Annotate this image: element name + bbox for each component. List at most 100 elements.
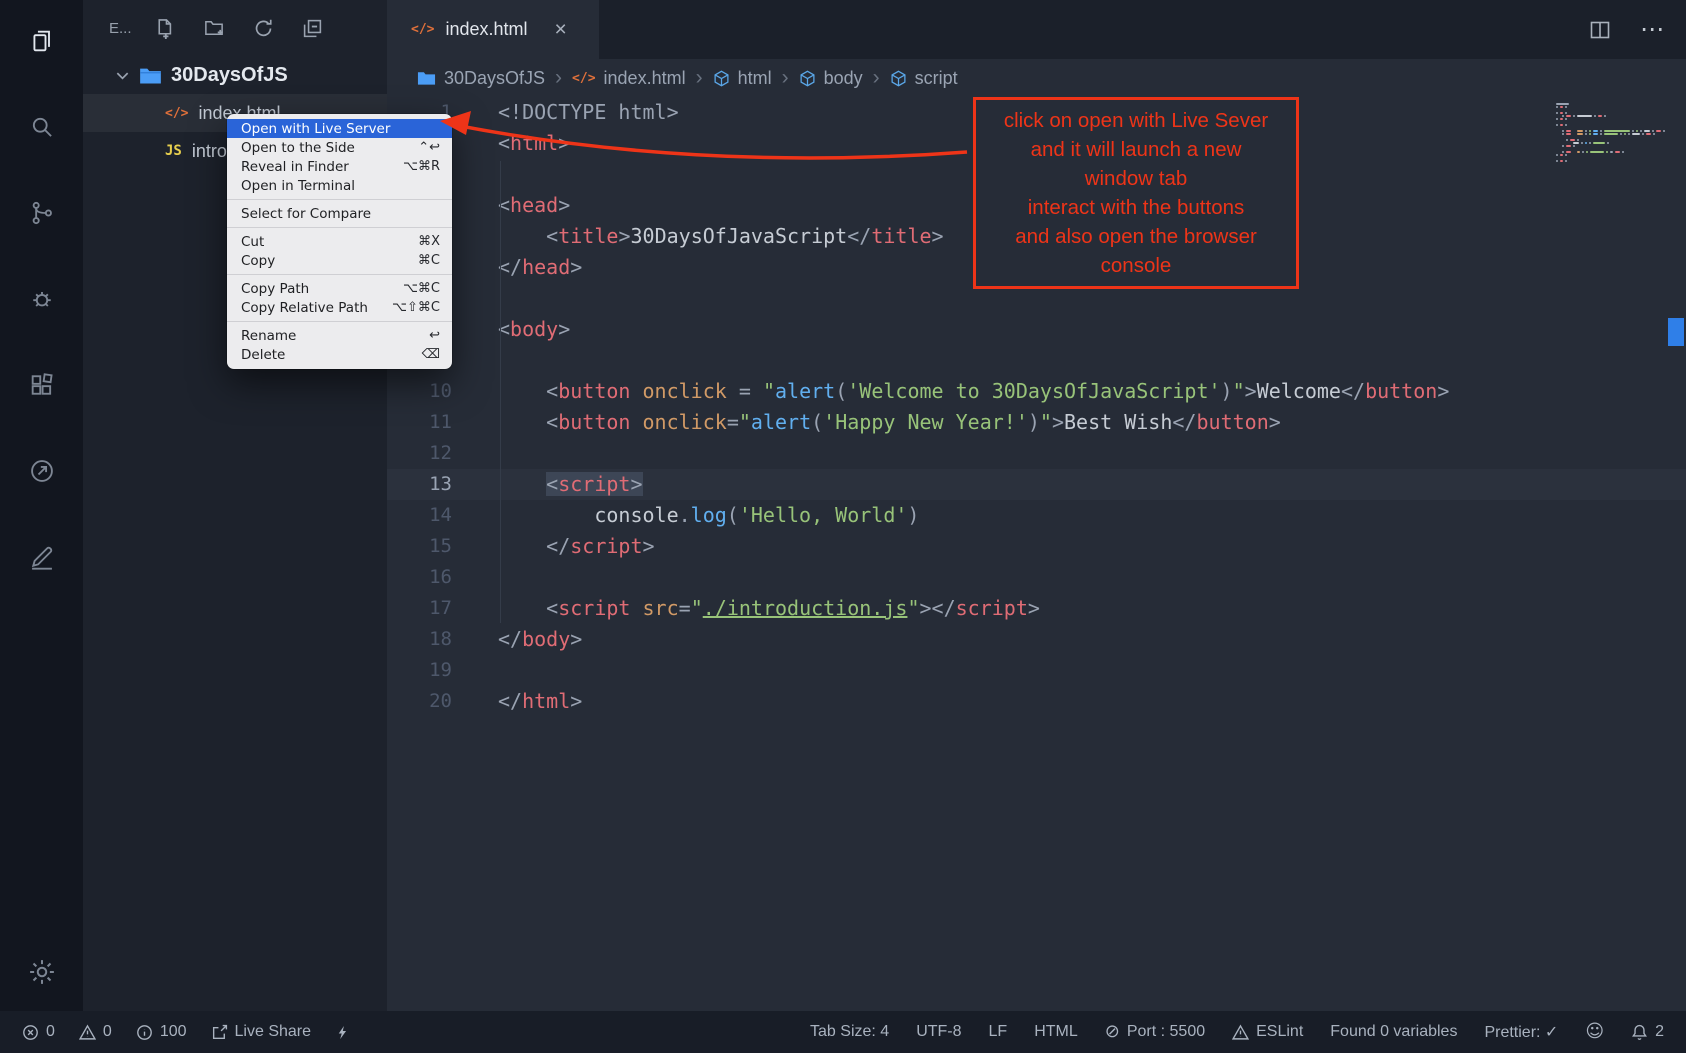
menu-item-open-in-terminal[interactable]: Open in Terminal	[227, 176, 452, 195]
chevron-down-icon	[115, 68, 130, 83]
run-and-debug-icon[interactable]	[25, 282, 59, 316]
source-control-icon[interactable]	[25, 196, 59, 230]
problems-warnings[interactable]: 0	[79, 1023, 112, 1041]
indent-guide	[500, 161, 501, 623]
line-number[interactable]: 11	[387, 407, 452, 438]
menu-separator	[227, 321, 452, 322]
activity-bar	[0, 0, 83, 1011]
live-share-status[interactable]: Live Share	[211, 1023, 312, 1041]
symbol-cube-icon	[713, 70, 730, 87]
code-line-12[interactable]: 12	[387, 438, 1686, 469]
breadcrumb-separator: ›	[782, 66, 789, 90]
line-number[interactable]: 10	[387, 376, 452, 407]
error-icon	[22, 1024, 39, 1041]
code-line-20[interactable]: 20</html>	[387, 686, 1686, 717]
collapse-all-icon[interactable]	[302, 18, 323, 39]
code-line-11[interactable]: 11 <button onclick="alert('Happy New Yea…	[387, 407, 1686, 438]
menu-item-rename[interactable]: Rename↩	[227, 326, 452, 345]
code-line-16[interactable]: 16	[387, 562, 1686, 593]
menu-item-copy[interactable]: Copy⌘C	[227, 251, 452, 270]
context-menu: Open with Live ServerOpen to the Side⌃↩R…	[227, 114, 452, 369]
notifications-bell[interactable]: 2	[1631, 1023, 1664, 1041]
search-icon[interactable]	[25, 110, 59, 144]
html-file-icon: </>	[411, 22, 434, 37]
new-folder-icon[interactable]	[203, 18, 225, 38]
tab-index-html[interactable]: </> index.html ×	[387, 0, 599, 59]
code-line-10[interactable]: 10 <button onclick = "alert('Welcome to …	[387, 376, 1686, 407]
menu-item-reveal-in-finder[interactable]: Reveal in Finder⌥⌘R	[227, 157, 452, 176]
menu-item-open-with-live-server[interactable]: Open with Live Server	[227, 119, 452, 138]
language-indicator[interactable]: HTML	[1034, 1023, 1078, 1041]
line-number[interactable]: 14	[387, 500, 452, 531]
menu-item-copy-path[interactable]: Copy Path⌥⌘C	[227, 279, 452, 298]
status-left: 0 0 100 Live Share	[22, 1011, 350, 1053]
tab-label: index.html	[445, 19, 527, 40]
breadcrumb-separator: ›	[696, 66, 703, 90]
code-line-18[interactable]: 18</body>	[387, 624, 1686, 655]
line-number[interactable]: 18	[387, 624, 452, 655]
code-line-13[interactable]: 13 <script>	[387, 469, 1686, 500]
menu-item-open-to-the-side[interactable]: Open to the Side⌃↩	[227, 138, 452, 157]
code-line-15[interactable]: 15 </script>	[387, 531, 1686, 562]
feedback-smiley-icon[interactable]: ☺	[1585, 1023, 1604, 1041]
folder-name: 30DaysOfJS	[171, 64, 288, 87]
overview-ruler-marker[interactable]	[1668, 318, 1684, 346]
minimap[interactable]	[1556, 103, 1648, 163]
new-file-icon[interactable]	[154, 18, 175, 39]
breadcrumb-separator: ›	[555, 66, 562, 90]
explorer-header: E...	[83, 0, 387, 56]
split-editor-icon[interactable]	[1588, 18, 1612, 42]
info-icon	[136, 1024, 153, 1041]
port-indicator[interactable]: ⊘ Port : 5500	[1105, 1023, 1205, 1041]
encoding-indicator[interactable]: UTF-8	[916, 1023, 961, 1041]
code-line-9[interactable]: 9	[387, 345, 1686, 376]
annotation-box: click on open with Live Sever and it wil…	[973, 97, 1299, 289]
refresh-icon[interactable]	[253, 18, 274, 39]
js-file-icon: JS	[165, 143, 182, 159]
line-number[interactable]: 15	[387, 531, 452, 562]
breadcrumb-file[interactable]: </> index.html	[572, 68, 686, 89]
annotation-text: click on open with Live Sever and it wil…	[1004, 106, 1268, 280]
symbol-cube-icon	[890, 70, 907, 87]
html-file-icon: </>	[165, 106, 188, 121]
feedback-icon[interactable]	[25, 540, 59, 574]
problems-errors[interactable]: 0	[22, 1023, 55, 1041]
warning-icon	[1232, 1024, 1249, 1041]
explorer-icon[interactable]	[25, 24, 59, 58]
status-bar: 0 0 100 Live Share Tab Size: 4 UTF-8 LF …	[0, 1011, 1686, 1053]
menu-item-select-for-compare[interactable]: Select for Compare	[227, 204, 452, 223]
line-number[interactable]: 19	[387, 655, 452, 686]
breadcrumb-html[interactable]: html	[713, 68, 772, 89]
breadcrumb-body[interactable]: body	[799, 68, 863, 89]
code-line-17[interactable]: 17 <script src="./introduction.js"></scr…	[387, 593, 1686, 624]
slash-circle-icon: ⊘	[1105, 1023, 1120, 1041]
bell-icon	[1631, 1024, 1648, 1041]
live-share-icon[interactable]	[25, 454, 59, 488]
breadcrumb-folder[interactable]: 30DaysOfJS	[417, 68, 545, 89]
line-number[interactable]: 12	[387, 438, 452, 469]
menu-item-cut[interactable]: Cut⌘X	[227, 232, 452, 251]
more-actions-icon[interactable]: ⋯	[1640, 15, 1666, 44]
tab-size-indicator[interactable]: Tab Size: 4	[810, 1023, 889, 1041]
prettier-indicator[interactable]: Prettier: ✓	[1484, 1022, 1558, 1042]
code-line-14[interactable]: 14 console.log('Hello, World')	[387, 500, 1686, 531]
line-number[interactable]: 20	[387, 686, 452, 717]
line-number[interactable]: 13	[387, 469, 452, 500]
line-number[interactable]: 17	[387, 593, 452, 624]
folder-icon	[417, 70, 436, 86]
breadcrumb-script[interactable]: script	[890, 68, 958, 89]
bolt-icon[interactable]	[335, 1024, 350, 1041]
menu-item-delete[interactable]: Delete⌫	[227, 345, 452, 364]
extensions-icon[interactable]	[25, 368, 59, 402]
code-line-19[interactable]: 19	[387, 655, 1686, 686]
close-tab-icon[interactable]: ×	[555, 19, 567, 40]
settings-gear-icon[interactable]	[25, 955, 59, 989]
folder-row-30daysofjs[interactable]: 30DaysOfJS	[83, 56, 387, 94]
eol-indicator[interactable]: LF	[989, 1023, 1008, 1041]
problems-hints[interactable]: 100	[136, 1023, 187, 1041]
code-line-8[interactable]: 8<body>	[387, 314, 1686, 345]
line-number[interactable]: 16	[387, 562, 452, 593]
menu-item-copy-relative-path[interactable]: Copy Relative Path⌥⇧⌘C	[227, 298, 452, 317]
eslint-indicator[interactable]: ESLint	[1232, 1023, 1303, 1041]
variables-indicator[interactable]: Found 0 variables	[1330, 1023, 1457, 1041]
